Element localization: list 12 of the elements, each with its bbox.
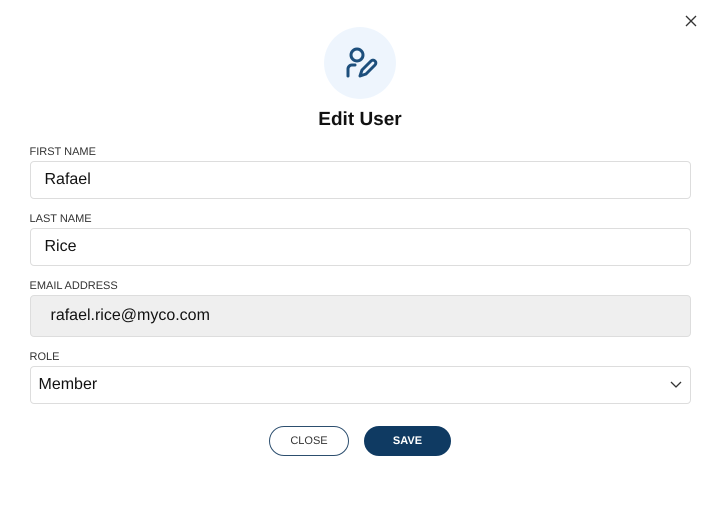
field-label: FIRST NAME: [30, 146, 97, 158]
field-label: LAST NAME: [30, 213, 93, 225]
role-dropdown[interactable]: Member: [30, 366, 690, 404]
close-icon[interactable]: [685, 15, 697, 27]
input-field[interactable]: Rice: [30, 228, 690, 266]
dialog-title: Edit User: [318, 109, 402, 131]
chevron-down-icon[interactable]: [670, 381, 682, 389]
save-button[interactable]: SAVE: [364, 426, 451, 456]
field-label: ROLE: [30, 351, 60, 363]
field-label: EMAIL ADDRESS: [30, 280, 119, 292]
close-button[interactable]: CLOSE: [269, 426, 349, 456]
input-field[interactable]: Rafael: [30, 161, 690, 199]
